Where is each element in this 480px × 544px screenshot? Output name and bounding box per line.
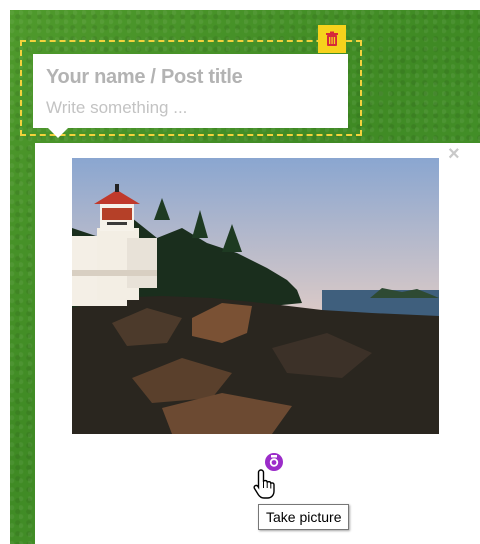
post-title-placeholder[interactable]: Your name / Post title [46,66,243,89]
hand-pointer-icon [253,469,275,499]
page-left-border [0,0,10,544]
delete-post-button[interactable] [318,25,346,53]
post-card-pointer [48,128,68,138]
post-body-placeholder[interactable]: Write something ... [46,98,187,118]
take-picture-tooltip: Take picture [258,504,350,530]
attached-photo [72,158,439,434]
close-icon[interactable]: × [448,144,460,164]
trash-icon [326,31,338,46]
